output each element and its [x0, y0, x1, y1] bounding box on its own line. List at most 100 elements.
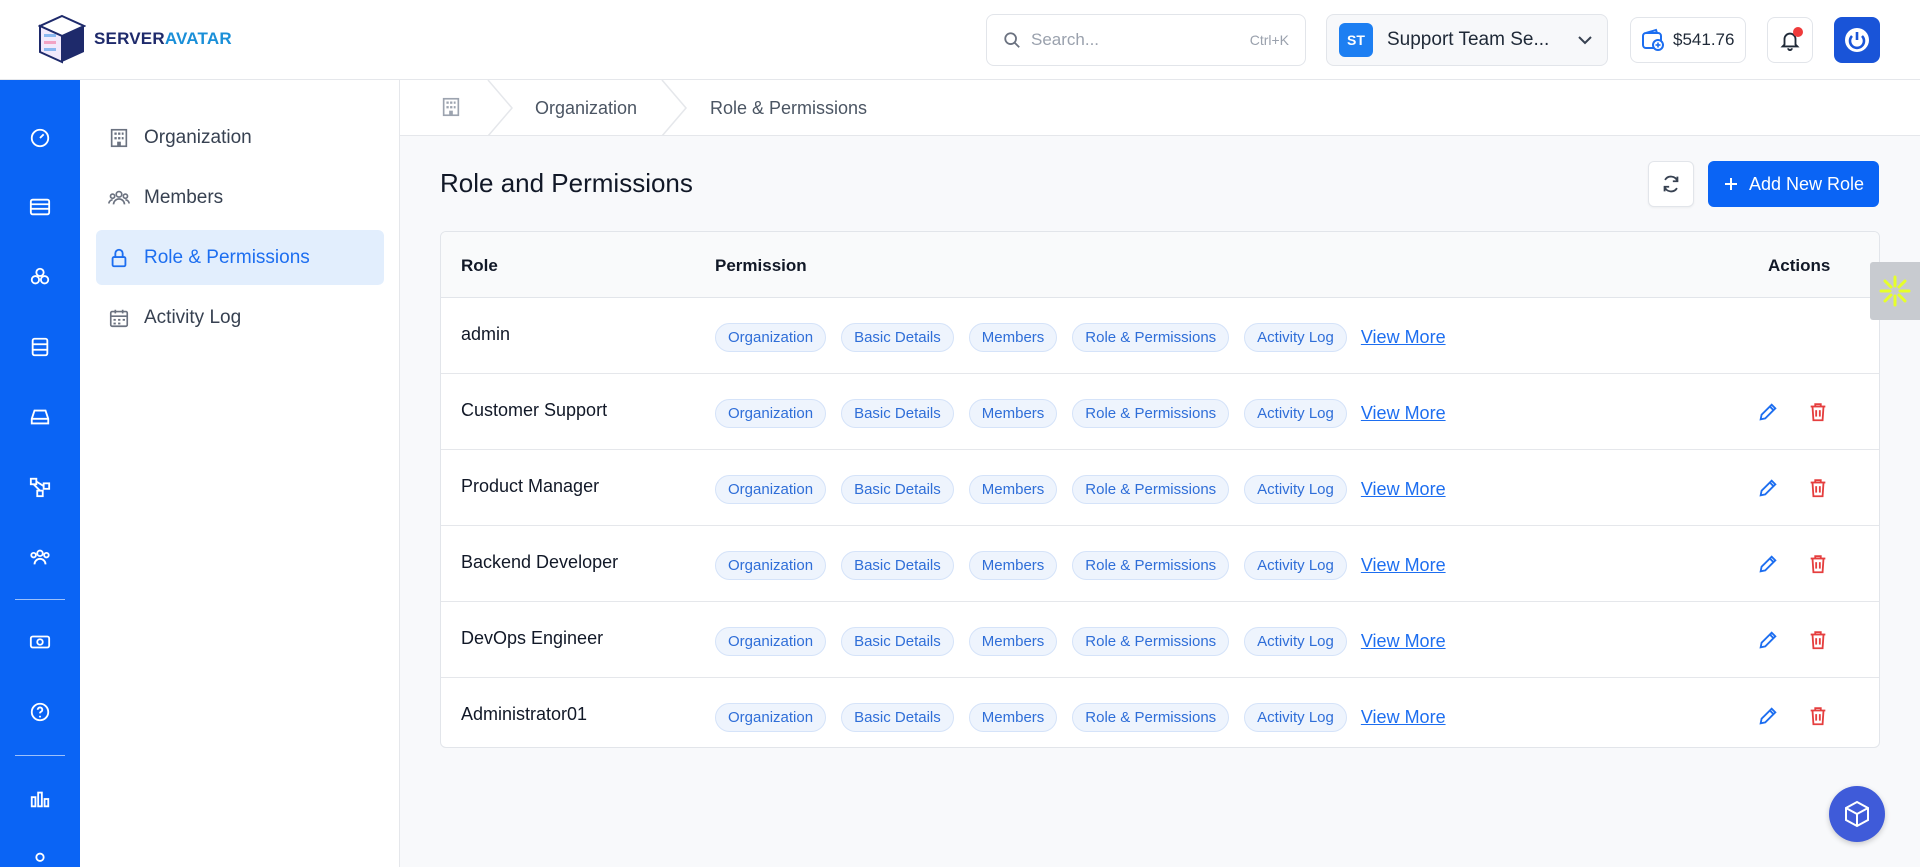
brand-logo[interactable]: SERVERAVATAR [38, 14, 232, 64]
chat-support-button[interactable] [1829, 786, 1885, 842]
permission-chip: Activity Log [1244, 399, 1347, 428]
breadcrumb-separator-icon [661, 80, 687, 136]
view-more-link[interactable]: View More [1361, 707, 1446, 728]
table-header: Role Permission Actions [441, 232, 1879, 298]
row-actions [1756, 400, 1830, 424]
table-row: Administrator01 Organization Basic Details… [441, 678, 1879, 747]
table-row: DevOps Engineer Organization Basic Details… [441, 602, 1879, 678]
permission-chips: Organization Basic Details Members Role & P… [715, 323, 1446, 352]
permission-chip: Role & Permissions [1072, 627, 1230, 656]
wallet-icon [1642, 28, 1664, 51]
row-actions [1756, 476, 1830, 500]
permission-chip: Activity Log [1244, 551, 1347, 580]
page-title: Role and Permissions [440, 168, 693, 198]
delete-role-button[interactable] [1806, 476, 1830, 500]
delete-role-button[interactable] [1806, 704, 1830, 728]
breadcrumb-item-organization[interactable]: Organization [535, 98, 637, 119]
delete-role-button[interactable] [1806, 400, 1830, 424]
server-rack-icon [29, 198, 51, 216]
serveravatar-logo-icon [38, 14, 86, 64]
edit-role-button[interactable] [1756, 400, 1780, 424]
sidebar-item-label: Members [144, 186, 224, 208]
trash-icon [1810, 707, 1826, 726]
view-more-link[interactable]: View More [1361, 555, 1446, 576]
rail-help[interactable] [0, 692, 80, 732]
permission-chip: Activity Log [1244, 703, 1347, 732]
rail-reports[interactable] [0, 779, 80, 819]
breadcrumb-home[interactable] [440, 96, 462, 123]
sidebar-item-role-permissions[interactable]: Role & Permissions [96, 230, 384, 285]
permission-chip: Members [968, 323, 1058, 352]
permission-chip: Role & Permissions [1072, 475, 1230, 504]
role-name: Product Manager [461, 476, 600, 496]
wallet-amount: $541.76 [1673, 30, 1735, 49]
rail-billing[interactable] [0, 622, 80, 662]
permission-chip: Organization [715, 323, 827, 352]
view-more-link[interactable]: View More [1361, 403, 1446, 424]
permission-chip: Role & Permissions [1072, 551, 1230, 580]
rail-servers[interactable] [0, 187, 80, 227]
search-placeholder: Search... [1031, 30, 1100, 49]
notifications-button[interactable] [1767, 17, 1813, 63]
permission-chip: Activity Log [1244, 627, 1347, 656]
role-name: DevOps Engineer [461, 628, 604, 648]
chat-cube-icon [1845, 800, 1869, 828]
view-more-link[interactable]: View More [1361, 631, 1446, 652]
sidebar-item-members[interactable]: Members [96, 170, 384, 225]
permission-chip: Role & Permissions [1072, 399, 1230, 428]
delete-role-button[interactable] [1806, 628, 1830, 652]
side-feedback-widget[interactable] [1870, 262, 1920, 320]
plus-icon [1724, 178, 1737, 190]
rail-divider [15, 599, 65, 600]
rail-storage[interactable] [0, 397, 80, 437]
wallet-balance-button[interactable]: $541.76 [1630, 17, 1746, 63]
add-new-role-button[interactable]: Add New Role [1708, 161, 1879, 207]
organization-sidebar: Organization Members Role & Permissions … [80, 80, 400, 867]
delete-role-button[interactable] [1806, 552, 1830, 576]
edit-role-button[interactable] [1756, 552, 1780, 576]
search-input[interactable]: Search... Ctrl+K [986, 14, 1306, 66]
view-more-link[interactable]: View More [1361, 327, 1446, 348]
role-name: Backend Developer [461, 552, 619, 572]
account-menu-button[interactable] [1834, 17, 1880, 63]
document-list-icon [31, 337, 49, 357]
view-more-link[interactable]: View More [1361, 479, 1446, 500]
user-icon [35, 852, 45, 862]
column-header-permission: Permission [715, 256, 807, 275]
permission-chip: Activity Log [1244, 323, 1347, 352]
table-row: admin Organization Basic Details Members Rol… [441, 298, 1879, 374]
table-row: Customer Support Organization Basic Detail… [441, 374, 1879, 450]
row-actions [1756, 552, 1830, 576]
rail-dashboard[interactable] [0, 118, 80, 158]
sidebar-item-label: Activity Log [144, 306, 242, 328]
sidebar-item-activity-log[interactable]: Activity Log [96, 290, 384, 345]
edit-role-button[interactable] [1756, 704, 1780, 728]
rail-team[interactable] [0, 537, 80, 577]
building-icon [110, 128, 128, 147]
permission-chips: Organization Basic Details Members Role & P… [715, 399, 1446, 428]
rail-profile[interactable] [0, 840, 80, 867]
permission-chip: Members [968, 627, 1058, 656]
organization-select[interactable]: ST Support Team Se... [1326, 14, 1608, 66]
rail-workflows[interactable] [0, 467, 80, 507]
rail-applications[interactable] [0, 257, 80, 297]
pencil-icon [1759, 479, 1777, 497]
sidebar-item-organization[interactable]: Organization [96, 110, 384, 165]
breadcrumb-item-role-permissions: Role & Permissions [710, 98, 868, 118]
edit-role-button[interactable] [1756, 628, 1780, 652]
bar-chart-icon [30, 791, 50, 808]
rail-databases[interactable] [0, 327, 80, 367]
permission-chip: Members [968, 475, 1058, 504]
permission-chip: Members [968, 703, 1058, 732]
gauge-icon [30, 128, 50, 148]
trash-icon [1810, 403, 1826, 422]
edit-role-button[interactable] [1756, 476, 1780, 500]
permission-chip: Organization [715, 703, 827, 732]
roles-table: Role Permission Actions admin Organizatio… [440, 231, 1880, 748]
column-header-actions: Actions [1768, 256, 1831, 275]
refresh-button[interactable] [1648, 161, 1694, 207]
role-name: Administrator01 [461, 704, 588, 724]
permission-chip: Role & Permissions [1072, 323, 1230, 352]
permission-chip: Activity Log [1244, 475, 1347, 504]
users-icon [108, 190, 130, 205]
